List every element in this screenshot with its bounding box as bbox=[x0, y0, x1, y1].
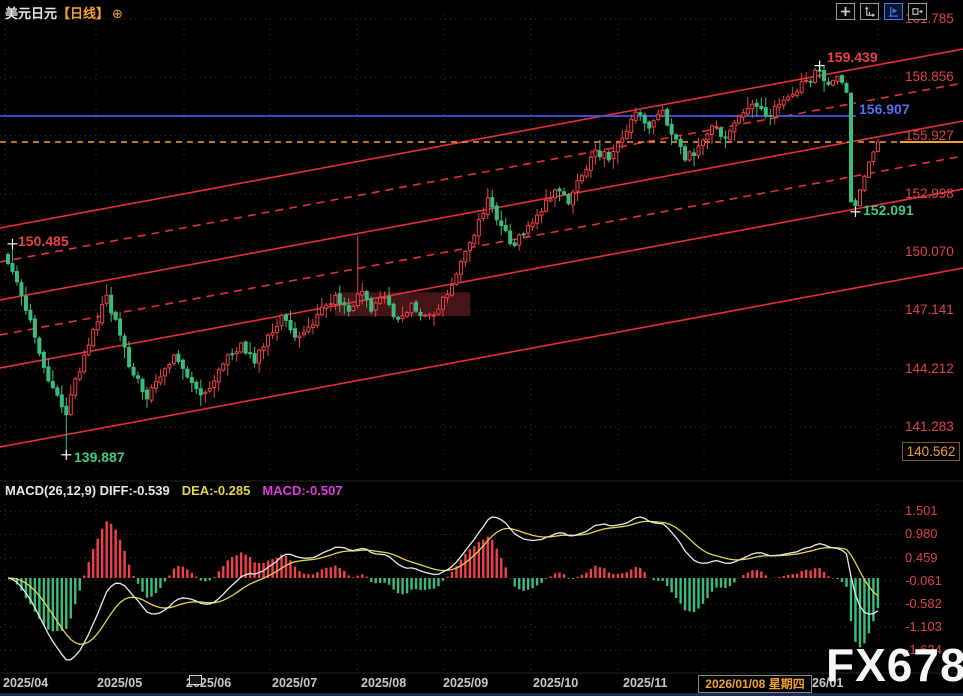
macd-header: MACD(26,12,9) DIFF:-0.539 DEA:-0.285 MACD:… bbox=[5, 483, 343, 498]
pan-right-icon[interactable] bbox=[908, 3, 927, 20]
month-label: 2025/11 bbox=[623, 676, 668, 690]
main-chart-canvas[interactable] bbox=[0, 0, 963, 696]
month-label: 2025/05 bbox=[97, 676, 142, 690]
month-label: 2025/10 bbox=[533, 676, 578, 690]
macd-tick-label: 1.501 bbox=[905, 503, 938, 518]
extreme-price-label: 150.485 bbox=[18, 233, 69, 249]
visible-range-icon[interactable] bbox=[884, 3, 903, 20]
extreme-price-label: 152.091 bbox=[863, 202, 914, 218]
macd-tick-label: -1.103 bbox=[905, 619, 942, 634]
extreme-price-label: 139.887 bbox=[74, 449, 125, 465]
price-tick-label: 147.141 bbox=[905, 302, 954, 317]
period-tag: 【日线】 bbox=[57, 6, 109, 21]
extreme-price-label: 159.439 bbox=[827, 49, 878, 65]
macd-value: MACD:-0.507 bbox=[262, 483, 342, 498]
price-tick-label: 150.070 bbox=[905, 244, 954, 259]
month-label: 2025/08 bbox=[361, 676, 406, 690]
time-axis[interactable]: 2025/042025/052025/062025/072025/082025/… bbox=[0, 674, 963, 694]
price-tick-label: 158.856 bbox=[905, 69, 954, 84]
price-tick-label: 152.998 bbox=[905, 186, 954, 201]
blue-level-label: 156.907 bbox=[856, 101, 913, 117]
chart-toolbar bbox=[836, 3, 927, 20]
price-tick-label: 144.212 bbox=[905, 361, 954, 376]
macd-tick-label: 0.459 bbox=[905, 550, 938, 565]
macd-tick-label: -0.582 bbox=[905, 596, 942, 611]
watermark: FX678 bbox=[826, 638, 963, 692]
axis-drag-handle[interactable] bbox=[189, 675, 202, 685]
month-label: 2025/09 bbox=[443, 676, 488, 690]
price-axis-box: 140.562 bbox=[902, 442, 960, 461]
macd-dea-value: DEA:-0.285 bbox=[182, 483, 251, 498]
price-tick-label: 141.283 bbox=[905, 419, 954, 434]
month-label: 2025/04 bbox=[3, 676, 48, 690]
macd-tick-label: 0.980 bbox=[905, 526, 938, 541]
move-tool-icon[interactable] bbox=[836, 3, 855, 20]
instrument-title: 美元日元【日线】⊕ bbox=[5, 3, 123, 22]
price-tick-label: 155.927 bbox=[905, 128, 954, 143]
macd-tick-label: -0.061 bbox=[905, 573, 942, 588]
symbol-name: 美元日元 bbox=[5, 6, 57, 21]
month-label: 2025/07 bbox=[272, 676, 317, 690]
chart-window: 美元日元【日线】⊕ 161.785158.856155.927152.99815… bbox=[0, 0, 963, 696]
crosshair-date-box: 2026/01/08 星期四 bbox=[698, 675, 812, 693]
macd-diff-value: MACD(26,12,9) DIFF:-0.539 bbox=[5, 483, 170, 498]
add-indicator-icon[interactable]: ⊕ bbox=[112, 6, 123, 21]
axis-scale-icon[interactable] bbox=[860, 3, 879, 20]
